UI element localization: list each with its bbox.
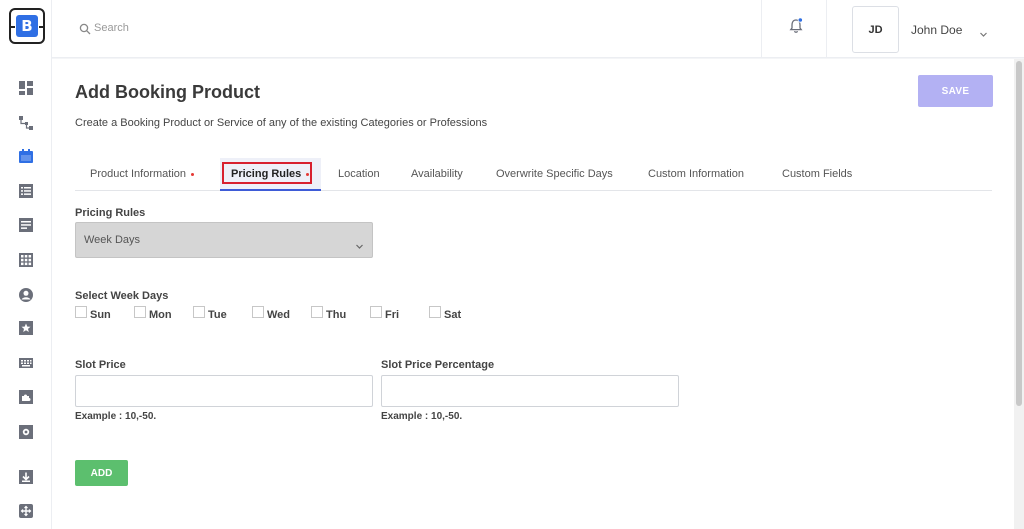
tab-label: Custom Information (648, 168, 744, 180)
day-label: Fri (385, 309, 400, 321)
tab-label: Product Information (90, 168, 186, 180)
vertical-scrollbar[interactable] (1014, 59, 1024, 529)
day-label: Tue (208, 309, 227, 321)
page-description: Create a Booking Product or Service of a… (75, 117, 488, 129)
tab-location[interactable]: Location (338, 158, 380, 191)
settings-icon[interactable] (18, 424, 34, 440)
list-icon[interactable] (18, 183, 34, 199)
pricing-rules-selected: Week Days (84, 234, 141, 246)
tab-label: Availability (411, 168, 463, 180)
day-label: Wed (267, 309, 291, 321)
grid-icon[interactable] (18, 252, 34, 268)
tab-label: Overwrite Specific Days (496, 168, 613, 180)
puzzle-icon[interactable] (18, 389, 34, 405)
day-label: Sat (444, 309, 462, 321)
save-button[interactable]: SAVE (918, 75, 993, 107)
checkbox[interactable] (429, 306, 441, 318)
checkbox[interactable] (311, 306, 323, 318)
checkbox[interactable] (252, 306, 264, 318)
required-dot (306, 172, 310, 176)
required-dot (191, 172, 194, 176)
tab-pricing-rules[interactable]: Pricing Rules (220, 158, 321, 191)
search-icon (79, 22, 91, 35)
logo-letter: B (16, 15, 38, 37)
tab-label: Pricing Rules (231, 168, 302, 180)
pricing-rules-label: Pricing Rules (75, 207, 146, 219)
avatar: JD (852, 6, 899, 53)
app-logo[interactable]: B (9, 8, 45, 44)
bell-icon (788, 17, 804, 35)
hierarchy-icon[interactable] (18, 115, 34, 131)
slot-price-percentage-hint: Example : 10,-50. (381, 411, 463, 422)
tab-label: Location (338, 168, 380, 180)
slot-price-hint: Example : 10,-50. (75, 411, 157, 422)
day-label: Mon (149, 309, 172, 321)
checkbox[interactable] (134, 306, 146, 318)
slot-price-input[interactable] (75, 375, 373, 407)
star-icon[interactable] (18, 320, 34, 336)
document-icon[interactable] (18, 217, 34, 233)
checkbox[interactable] (75, 306, 87, 318)
move-icon[interactable] (18, 503, 34, 519)
tab-availability[interactable]: Availability (411, 158, 463, 191)
tab-bar: Product Information Pricing Rules Locati… (75, 158, 992, 191)
sidebar: B (0, 0, 52, 529)
tab-custom-information[interactable]: Custom Information (648, 158, 744, 191)
pricing-rules-select[interactable]: Week Days (75, 222, 373, 258)
tab-label: Custom Fields (782, 168, 853, 180)
tab-overwrite-specific-days[interactable]: Overwrite Specific Days (496, 158, 613, 191)
search-input[interactable] (94, 18, 394, 38)
day-label: Thu (326, 309, 347, 321)
checkbox[interactable] (370, 306, 382, 318)
dashboard-icon[interactable] (18, 80, 34, 96)
keyboard-icon[interactable] (18, 355, 34, 371)
page-title: Add Booking Product (75, 82, 260, 102)
day-label: Sun (90, 309, 111, 321)
week-days-label: Select Week Days (75, 290, 169, 302)
tab-product-information[interactable]: Product Information (90, 158, 194, 191)
user-name: John Doe (911, 23, 963, 37)
notifications-button[interactable] (761, 0, 827, 58)
add-button[interactable]: ADD (75, 460, 128, 486)
user-icon[interactable] (18, 287, 34, 303)
calendar-icon[interactable] (18, 148, 34, 164)
slot-price-percentage-label: Slot Price Percentage (381, 359, 495, 371)
chevron-down-icon (979, 26, 988, 37)
scrollbar-thumb[interactable] (1016, 61, 1022, 406)
chevron-down-icon (355, 238, 364, 249)
slot-price-label: Slot Price (75, 359, 126, 371)
main-content: Add Booking Product Create a Booking Pro… (52, 59, 1014, 529)
tab-custom-fields[interactable]: Custom Fields (782, 158, 852, 191)
checkbox[interactable] (193, 306, 205, 318)
slot-price-percentage-input[interactable] (381, 375, 679, 407)
top-bar: JD John Doe (52, 0, 1024, 58)
download-icon[interactable] (18, 469, 34, 485)
user-menu[interactable]: JD John Doe (852, 6, 1012, 54)
